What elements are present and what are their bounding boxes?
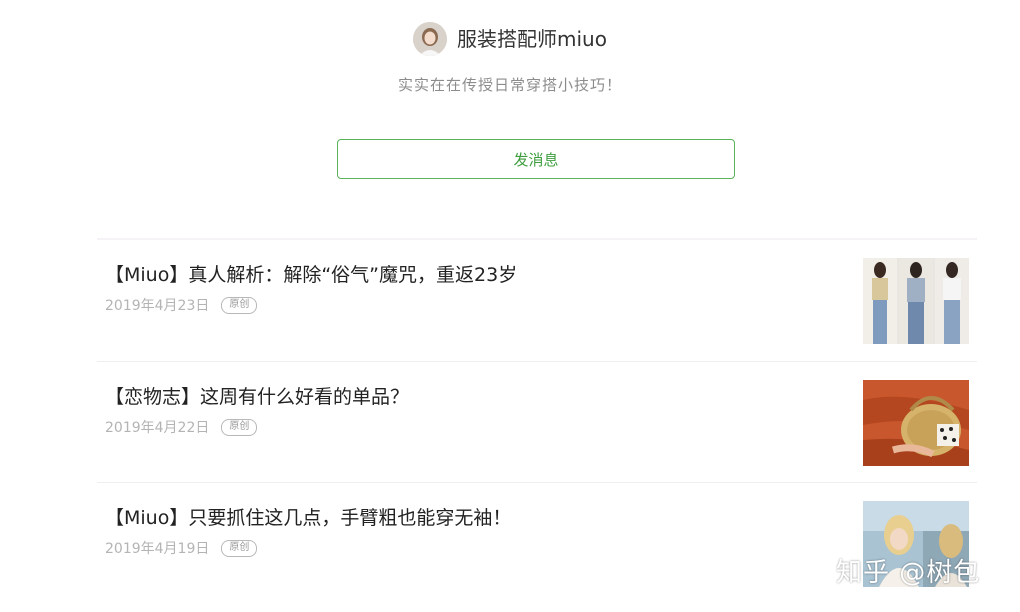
article-title[interactable]: 【Miuo】真人解析：解除“俗气”魔咒，重返23岁: [105, 260, 517, 287]
send-message-button[interactable]: 发消息: [337, 139, 735, 179]
article-meta: 2019年4月19日 原创: [105, 538, 258, 558]
article-meta: 2019年4月23日 原创: [105, 295, 258, 315]
article-title[interactable]: 【恋物志】这周有什么好看的单品？: [105, 382, 409, 409]
article-item[interactable]: 【Miuo】真人解析：解除“俗气”魔咒，重返23岁 2019年4月23日 原创: [97, 240, 977, 360]
original-badge: 原创: [221, 539, 258, 557]
article-thumbnail[interactable]: [863, 380, 969, 466]
original-badge: 原创: [221, 418, 258, 436]
account-signature: 实实在在传授日常穿搭小技巧！: [397, 76, 622, 94]
article-date: 2019年4月22日: [105, 420, 210, 436]
article-item[interactable]: 【恋物志】这周有什么好看的单品？ 2019年4月22日 原创: [97, 361, 977, 481]
account-name[interactable]: 服装搭配师miuo: [457, 22, 607, 56]
original-badge: 原创: [221, 296, 258, 314]
profile-header: 服装搭配师miuo: [0, 22, 1020, 56]
article-meta: 2019年4月22日 原创: [105, 417, 258, 437]
article-date: 2019年4月19日: [105, 541, 210, 557]
avatar[interactable]: [413, 22, 448, 56]
watermark-text: 知乎 @树包: [836, 558, 981, 588]
article-thumbnail[interactable]: [863, 258, 969, 344]
article-title[interactable]: 【Miuo】只要抓住这几点，手臂粗也能穿无袖！: [105, 503, 511, 530]
article-date: 2019年4月23日: [105, 298, 210, 314]
